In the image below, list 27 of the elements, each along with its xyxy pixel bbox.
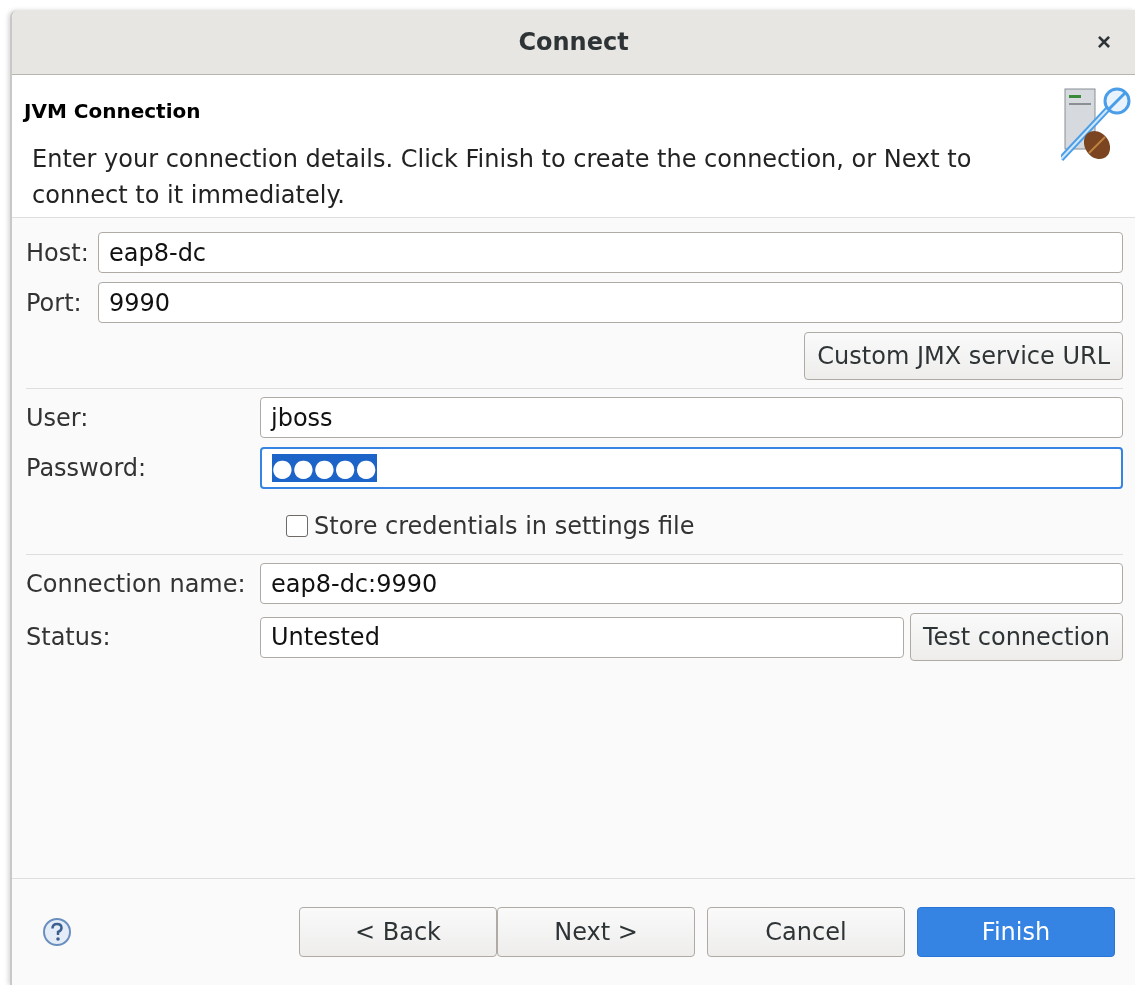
field-label: Status: bbox=[26, 623, 112, 651]
field-label: User: bbox=[26, 403, 90, 432]
text-field[interactable]: eap8-dc bbox=[98, 232, 1123, 273]
test-connection-button[interactable]: Test connection bbox=[909, 613, 1123, 661]
page-description: Enter your connection details. Click Finish to create the connection, or Next to connect to it immediately. bbox=[32, 144, 973, 211]
dialog-button[interactable]: Finish bbox=[917, 907, 1115, 957]
field-label: Port: bbox=[26, 288, 83, 317]
text-field[interactable]: 9990 bbox=[98, 282, 1123, 323]
help-icon[interactable] bbox=[42, 917, 72, 947]
field-label: Connection name: bbox=[26, 569, 247, 598]
dialog-button[interactable]: Cancel bbox=[707, 907, 905, 957]
text-field[interactable]: eap8-dc:9990 bbox=[260, 563, 1123, 604]
checkbox-label: Store credentials in settings file bbox=[314, 512, 695, 540]
custom-url-button[interactable]: Custom JMX service URL bbox=[804, 332, 1123, 380]
status-field: Untested bbox=[260, 616, 904, 658]
field-value: ●●●●● bbox=[272, 454, 377, 482]
text-field[interactable]: jboss bbox=[260, 397, 1123, 438]
dialog-button[interactable]: Next > bbox=[497, 907, 695, 957]
field-label: Host: bbox=[26, 238, 90, 267]
window-title: Connect bbox=[518, 28, 629, 56]
dialog-button[interactable]: < Back bbox=[299, 907, 497, 957]
text-field[interactable]: ●●●●● bbox=[260, 447, 1123, 489]
page-title: JVM Connection bbox=[24, 99, 202, 123]
field-label: Password: bbox=[26, 454, 148, 482]
checkbox[interactable] bbox=[286, 515, 308, 537]
field-value: jboss bbox=[271, 403, 333, 432]
close-button[interactable]: × bbox=[1091, 28, 1117, 56]
